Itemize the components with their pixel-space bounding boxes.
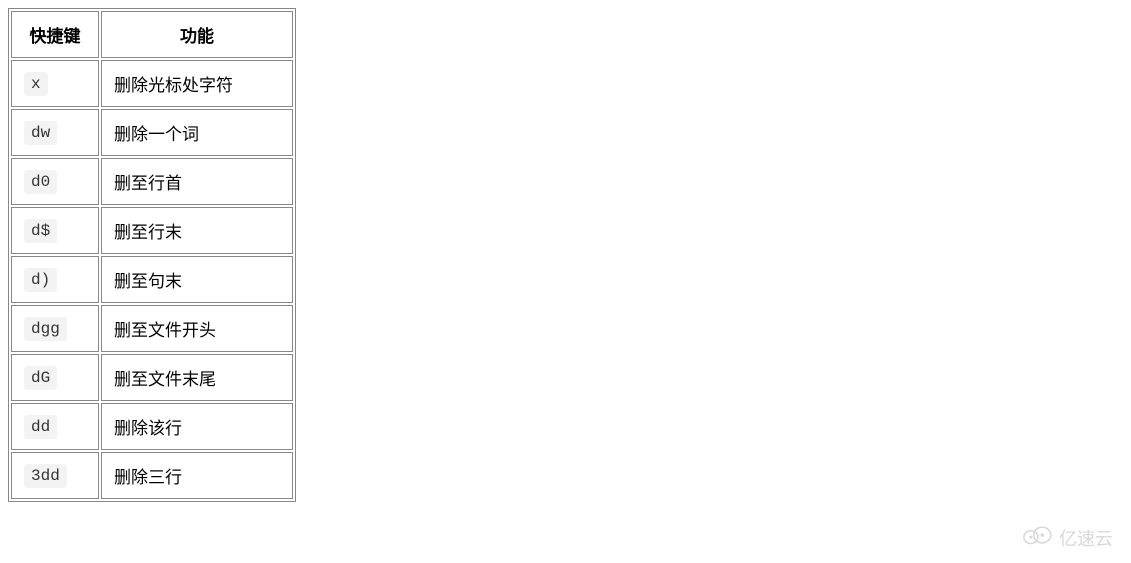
cell-key: dw <box>11 109 99 156</box>
kbd-key: dw <box>24 121 57 145</box>
table-header-row: 快捷键 功能 <box>11 11 293 58</box>
cell-key: dd <box>11 403 99 450</box>
kbd-key: x <box>24 72 48 96</box>
cloud-icon <box>1021 524 1055 551</box>
cell-key: dG <box>11 354 99 401</box>
watermark: 亿速云 <box>1021 524 1113 551</box>
table-row: 3dd 删除三行 <box>11 452 293 499</box>
shortcuts-table: 快捷键 功能 x 删除光标处字符 dw 删除一个词 d0 删至行首 d$ 删至行… <box>8 8 296 502</box>
kbd-key: dgg <box>24 317 67 341</box>
cell-key: d) <box>11 256 99 303</box>
kbd-key: dd <box>24 415 57 439</box>
kbd-key: d$ <box>24 219 57 243</box>
cell-key: 3dd <box>11 452 99 499</box>
kbd-key: 3dd <box>24 464 67 488</box>
cell-key: d$ <box>11 207 99 254</box>
cell-key: dgg <box>11 305 99 352</box>
table-row: d$ 删至行末 <box>11 207 293 254</box>
kbd-key: dG <box>24 366 57 390</box>
kbd-key: d) <box>24 268 57 292</box>
kbd-key: d0 <box>24 170 57 194</box>
header-function: 功能 <box>101 11 293 58</box>
cell-func: 删至行首 <box>101 158 293 205</box>
watermark-text: 亿速云 <box>1059 525 1113 551</box>
table-row: d) 删至句末 <box>11 256 293 303</box>
table-row: d0 删至行首 <box>11 158 293 205</box>
table-row: x 删除光标处字符 <box>11 60 293 107</box>
table-row: dd 删除该行 <box>11 403 293 450</box>
table-row: dgg 删至文件开头 <box>11 305 293 352</box>
cell-key: d0 <box>11 158 99 205</box>
cell-func: 删除光标处字符 <box>101 60 293 107</box>
cell-func: 删至行末 <box>101 207 293 254</box>
cell-func: 删除一个词 <box>101 109 293 156</box>
table-row: dG 删至文件末尾 <box>11 354 293 401</box>
cell-key: x <box>11 60 99 107</box>
cell-func: 删除三行 <box>101 452 293 499</box>
header-shortcut: 快捷键 <box>11 11 99 58</box>
cell-func: 删至句末 <box>101 256 293 303</box>
cell-func: 删除该行 <box>101 403 293 450</box>
cell-func: 删至文件开头 <box>101 305 293 352</box>
table-row: dw 删除一个词 <box>11 109 293 156</box>
cell-func: 删至文件末尾 <box>101 354 293 401</box>
